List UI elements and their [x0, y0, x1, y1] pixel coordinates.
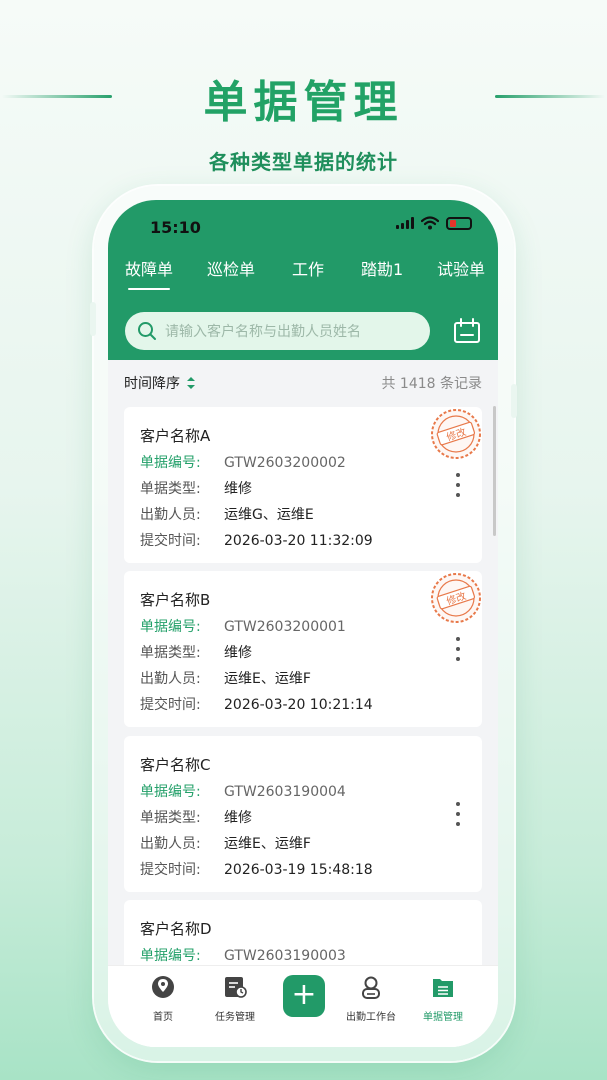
sort-arrows-icon: [187, 377, 195, 389]
list-toolbar: 时间降序 共 1418 条记录: [108, 360, 498, 404]
tab-fault-ticket[interactable]: 故障单: [125, 256, 173, 280]
task-icon: [225, 977, 247, 998]
ticket-number: GTW2603200002: [224, 455, 346, 471]
ticket-number: GTW2603200001: [224, 619, 346, 635]
customer-name: 客户名称C: [140, 756, 211, 774]
ticket-type-row: 单据类型: 维修: [140, 807, 252, 827]
status-time: 15:10: [150, 218, 201, 237]
modified-stamp-icon: 修改: [431, 573, 481, 623]
staff-names: 运维E、运维F: [224, 671, 311, 687]
status-icons: [396, 216, 472, 230]
staff-row: 出勤人员: 运维E、运维F: [140, 668, 311, 688]
nav-label: 首页: [153, 1012, 173, 1023]
app-header: 15:10 故障单 巡检单 工作 踏勘1 试验单 请输入客户名称与出勤人员姓名: [108, 200, 498, 360]
ticket-card[interactable]: 客户名称C 单据编号: GTW2603190004 单据类型: 维修 出勤人员: 运维…: [124, 736, 482, 892]
modified-stamp-icon: 修改: [431, 409, 481, 459]
ticket-type: 维修: [224, 810, 252, 826]
signal-icon: [396, 217, 414, 229]
field-label: 出勤人员:: [140, 671, 201, 687]
phone-screen: 15:10 故障单 巡检单 工作 踏勘1 试验单 请输入客户名称与出勤人员姓名 …: [108, 200, 498, 1047]
field-label: 单据编号:: [140, 948, 201, 964]
field-label: 单据类型:: [140, 810, 201, 826]
nav-label: 任务管理: [215, 1012, 255, 1023]
search-input[interactable]: 请输入客户名称与出勤人员姓名: [125, 312, 430, 350]
ticket-number-row: 单据编号: GTW2603190004: [140, 781, 346, 801]
more-options-icon[interactable]: [452, 637, 464, 663]
submit-time: 2026-03-20 10:21:14: [224, 697, 373, 713]
tab-work[interactable]: 工作: [292, 256, 324, 280]
more-options-icon[interactable]: [452, 802, 464, 828]
tab-bar: 故障单 巡检单 工作 踏勘1 试验单: [108, 256, 498, 296]
ticket-number-row: 单据编号: GTW2603190003: [140, 945, 346, 965]
more-options-icon[interactable]: [452, 473, 464, 499]
phone-side-button: [90, 302, 96, 336]
field-label: 单据编号:: [140, 619, 201, 635]
field-label: 提交时间:: [140, 697, 201, 713]
hero-title: 单据管理: [203, 77, 404, 128]
field-label: 提交时间:: [140, 862, 201, 878]
ticket-type-row: 单据类型: 维修: [140, 478, 252, 498]
ticket-card[interactable]: 客户名称A 单据编号: GTW2603200002 单据类型: 维修 出勤人员: 运维…: [124, 407, 482, 563]
phone-side-button: [511, 384, 517, 418]
field-label: 单据编号:: [140, 455, 201, 471]
submit-time-row: 提交时间: 2026-03-19 15:48:18: [140, 859, 373, 879]
search-placeholder: 请输入客户名称与出勤人员姓名: [165, 324, 361, 340]
staff-row: 出勤人员: 运维E、运维F: [140, 833, 311, 853]
tab-inspection-ticket[interactable]: 巡检单: [207, 256, 255, 280]
search-icon: [138, 322, 156, 340]
sort-label: 时间降序: [124, 376, 180, 392]
ticket-number-row: 单据编号: GTW2603200002: [140, 452, 346, 472]
nav-home[interactable]: 首页: [128, 974, 198, 1023]
field-label: 单据编号:: [140, 784, 201, 800]
submit-time: 2026-03-19 15:48:18: [224, 862, 373, 878]
hero-subtitle: 各种类型单据的统计: [209, 150, 398, 174]
field-label: 出勤人员:: [140, 507, 201, 523]
active-tab-indicator: [128, 288, 170, 290]
ticket-type-row: 单据类型: 维修: [140, 642, 252, 662]
ticket-number: GTW2603190003: [224, 948, 346, 964]
person-icon: [362, 976, 380, 999]
field-label: 单据类型:: [140, 481, 201, 497]
customer-name: 客户名称A: [140, 427, 211, 445]
nav-label: 出勤工作台: [346, 1012, 396, 1023]
submit-time: 2026-03-20 11:32:09: [224, 533, 373, 549]
field-label: 单据类型:: [140, 645, 201, 661]
nav-document-management[interactable]: 单据管理: [408, 974, 478, 1023]
bottom-nav: 首页 任务管理 + 出勤工作台 单据管理: [108, 965, 498, 1047]
ticket-type: 维修: [224, 645, 252, 661]
ticket-number: GTW2603190004: [224, 784, 346, 800]
home-map-icon: [152, 976, 174, 998]
submit-time-row: 提交时间: 2026-03-20 10:21:14: [140, 694, 373, 714]
nav-attendance-workbench[interactable]: 出勤工作台: [336, 974, 406, 1023]
battery-icon: [446, 216, 472, 230]
ticket-card[interactable]: 客户名称B 单据编号: GTW2603200001 单据类型: 维修 出勤人员: 运维…: [124, 571, 482, 727]
ticket-number-row: 单据编号: GTW2603200001: [140, 616, 346, 636]
customer-name: 客户名称B: [140, 591, 211, 609]
ticket-type: 维修: [224, 481, 252, 497]
record-count: 共 1418 条记录: [381, 376, 482, 392]
customer-name: 客户名称D: [140, 920, 212, 938]
tab-test-ticket[interactable]: 试验单: [437, 256, 485, 280]
wifi-icon: [421, 216, 439, 230]
add-button[interactable]: +: [283, 975, 325, 1017]
staff-row: 出勤人员: 运维G、运维E: [140, 504, 314, 524]
staff-names: 运维G、运维E: [224, 507, 314, 523]
document-icon: [433, 979, 453, 997]
field-label: 出勤人员:: [140, 836, 201, 852]
scrollbar[interactable]: [493, 406, 496, 536]
nav-task-management[interactable]: 任务管理: [200, 974, 270, 1023]
calendar-icon[interactable]: [453, 318, 481, 344]
field-label: 提交时间:: [140, 533, 201, 549]
staff-names: 运维E、运维F: [224, 836, 311, 852]
sort-button[interactable]: 时间降序: [124, 373, 196, 393]
submit-time-row: 提交时间: 2026-03-20 11:32:09: [140, 530, 373, 550]
nav-label: 单据管理: [423, 1012, 463, 1023]
tab-survey[interactable]: 踏勘1: [361, 256, 403, 280]
